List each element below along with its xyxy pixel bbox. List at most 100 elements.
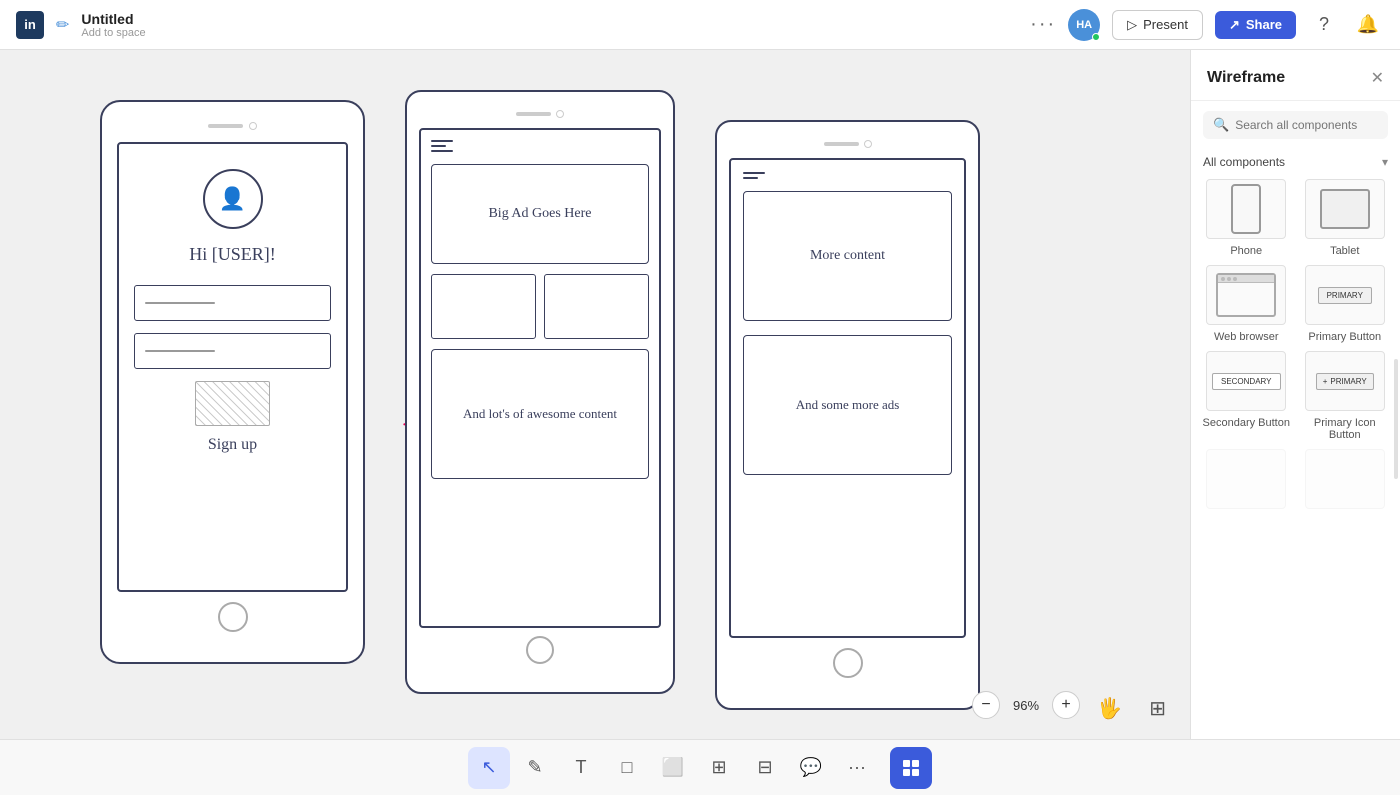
grid-tool-button[interactable]: ⊞ bbox=[698, 747, 740, 789]
topbar: in ✏ Untitled Add to space ··· HA ▷ Pres… bbox=[0, 0, 1400, 50]
rectangle-tool-button[interactable]: □ bbox=[606, 747, 648, 789]
desktop-home-button bbox=[833, 648, 863, 678]
comp-icon-btn-preview: +PRIMARY bbox=[1316, 373, 1374, 390]
panel-close-button[interactable]: ✕ bbox=[1371, 68, 1384, 88]
components-panel-button[interactable] bbox=[890, 747, 932, 789]
zoom-out-button[interactable]: − bbox=[972, 691, 1000, 719]
bottom-toolbar: ↖ ✎ T □ ⬜ ⊞ ⊟ 💬 ··· bbox=[0, 739, 1400, 795]
comp-browser-box bbox=[1216, 273, 1276, 317]
username-input-sketch bbox=[134, 285, 331, 321]
avatar[interactable]: HA bbox=[1068, 9, 1100, 41]
comp-extra-1-thumb bbox=[1206, 449, 1286, 509]
input-line-1 bbox=[145, 302, 215, 304]
desktop-hline-1 bbox=[743, 172, 765, 174]
comp-browser-bar bbox=[1218, 275, 1274, 283]
awesome-content-block: And lot's of awesome content bbox=[431, 349, 649, 479]
phone-top-bar-1 bbox=[117, 122, 348, 130]
comp-primary-btn-thumb: PRIMARY bbox=[1305, 265, 1385, 325]
tablet-speaker bbox=[516, 112, 551, 116]
zoom-level: 96% bbox=[1008, 698, 1044, 713]
comp-secondary-btn-label: Secondary Button bbox=[1203, 417, 1290, 429]
components-icon bbox=[902, 759, 920, 777]
hamburger-line-2 bbox=[431, 145, 446, 147]
panel-search-box[interactable]: 🔍 bbox=[1203, 111, 1388, 139]
hamburger-menu bbox=[431, 140, 649, 152]
filter-chevron-icon[interactable]: ▾ bbox=[1382, 155, 1388, 169]
pen-tool-button[interactable]: ✎ bbox=[514, 747, 556, 789]
hamburger-line-3 bbox=[431, 150, 453, 152]
share-icon: ↗ bbox=[1229, 17, 1240, 33]
comp-browser-thumb bbox=[1206, 265, 1286, 325]
phone-screen-1: 👤 Hi [USER]! Sign up bbox=[117, 142, 348, 592]
phone-camera bbox=[249, 122, 257, 130]
document-subtitle: Add to space bbox=[81, 27, 145, 39]
share-button[interactable]: ↗ Share bbox=[1215, 11, 1296, 39]
browser-dot-3 bbox=[1233, 277, 1237, 281]
panel-scrollbar[interactable] bbox=[1394, 359, 1398, 479]
sticky-note-button[interactable]: ⬜ bbox=[652, 747, 694, 789]
comp-tablet-thumb bbox=[1305, 179, 1385, 239]
content-cell-1 bbox=[431, 274, 536, 339]
search-input[interactable] bbox=[1235, 118, 1378, 132]
content-cell-2 bbox=[544, 274, 649, 339]
sign-up-text: Sign up bbox=[134, 436, 331, 454]
notifications-button[interactable]: 🔔 bbox=[1352, 9, 1384, 41]
browser-dot-1 bbox=[1221, 277, 1225, 281]
hi-user-text: Hi [USER]! bbox=[134, 244, 331, 265]
select-tool-button[interactable]: ↖ bbox=[468, 747, 510, 789]
more-ads-block: And some more ads bbox=[743, 335, 952, 475]
tablet-screen: Big Ad Goes Here And lot's of awesome co… bbox=[419, 128, 661, 628]
comp-extra-2-thumb bbox=[1305, 449, 1385, 509]
captcha-sketch bbox=[195, 381, 270, 426]
input-line-2 bbox=[145, 350, 215, 352]
canvas[interactable]: 👤 Hi [USER]! Sign up bbox=[0, 50, 1190, 739]
wireframe-container: 👤 Hi [USER]! Sign up bbox=[100, 100, 980, 710]
desktop-hline-2 bbox=[743, 177, 758, 179]
content-grid bbox=[431, 274, 649, 339]
text-tool-button[interactable]: T bbox=[560, 747, 602, 789]
avatar-status-dot bbox=[1092, 33, 1100, 41]
comp-secondary-btn-thumb: SECONDARY bbox=[1206, 351, 1286, 411]
comp-primary-btn-preview: PRIMARY bbox=[1318, 287, 1372, 304]
comp-tablet[interactable]: Tablet bbox=[1300, 179, 1391, 257]
browser-dot-2 bbox=[1227, 277, 1231, 281]
comp-phone-thumb bbox=[1206, 179, 1286, 239]
comp-primary-button[interactable]: PRIMARY Primary Button bbox=[1300, 265, 1391, 343]
more-menu-button[interactable]: ··· bbox=[1030, 13, 1056, 36]
comp-phone[interactable]: Phone bbox=[1201, 179, 1292, 257]
desktop-screen: More content And some more ads bbox=[729, 158, 966, 638]
comp-primary-btn-label: Primary Button bbox=[1308, 331, 1381, 343]
tablet-top-bar bbox=[419, 110, 661, 118]
comp-secondary-button[interactable]: SECONDARY Secondary Button bbox=[1201, 351, 1292, 441]
tablet-camera bbox=[556, 110, 564, 118]
components-grid: Phone Tablet bbox=[1191, 179, 1400, 509]
help-button[interactable]: ? bbox=[1308, 9, 1340, 41]
map-icon[interactable]: ⊞ bbox=[1149, 696, 1166, 721]
zoom-in-button[interactable]: + bbox=[1052, 691, 1080, 719]
comp-web-browser[interactable]: Web browser bbox=[1201, 265, 1292, 343]
comment-tool-button[interactable]: 💬 bbox=[790, 747, 832, 789]
more-content-block: More content bbox=[743, 191, 952, 321]
layout-tool-button[interactable]: ⊟ bbox=[744, 747, 786, 789]
desktop-speaker bbox=[824, 142, 859, 146]
password-input-sketch bbox=[134, 333, 331, 369]
big-ad-block: Big Ad Goes Here bbox=[431, 164, 649, 264]
more-tools-button[interactable]: ··· bbox=[836, 747, 878, 789]
present-icon: ▷ bbox=[1127, 17, 1137, 33]
hand-tool-icon[interactable]: 🖐 bbox=[1097, 696, 1122, 721]
present-button[interactable]: ▷ Present bbox=[1112, 10, 1203, 40]
panel-header: Wireframe ✕ bbox=[1191, 50, 1400, 101]
comp-extra-1[interactable] bbox=[1201, 449, 1292, 509]
phone-frame-1: 👤 Hi [USER]! Sign up bbox=[100, 100, 365, 664]
comp-extra-2[interactable] bbox=[1300, 449, 1391, 509]
phone-home-button-1 bbox=[218, 602, 248, 632]
filter-row: All components ▾ bbox=[1191, 149, 1400, 179]
document-title: Untitled bbox=[81, 11, 145, 27]
comp-icon-btn-label: Primary Icon Button bbox=[1300, 417, 1391, 441]
desktop-frame-right: More content And some more ads bbox=[715, 120, 980, 710]
desktop-camera bbox=[864, 140, 872, 148]
comp-icon-button[interactable]: +PRIMARY Primary Icon Button bbox=[1300, 351, 1391, 441]
comp-icon-btn-thumb: +PRIMARY bbox=[1305, 351, 1385, 411]
tablet-frame-middle: Big Ad Goes Here And lot's of awesome co… bbox=[405, 90, 675, 694]
wireframe-panel: Wireframe ✕ 🔍 All components ▾ Phone bbox=[1190, 50, 1400, 739]
